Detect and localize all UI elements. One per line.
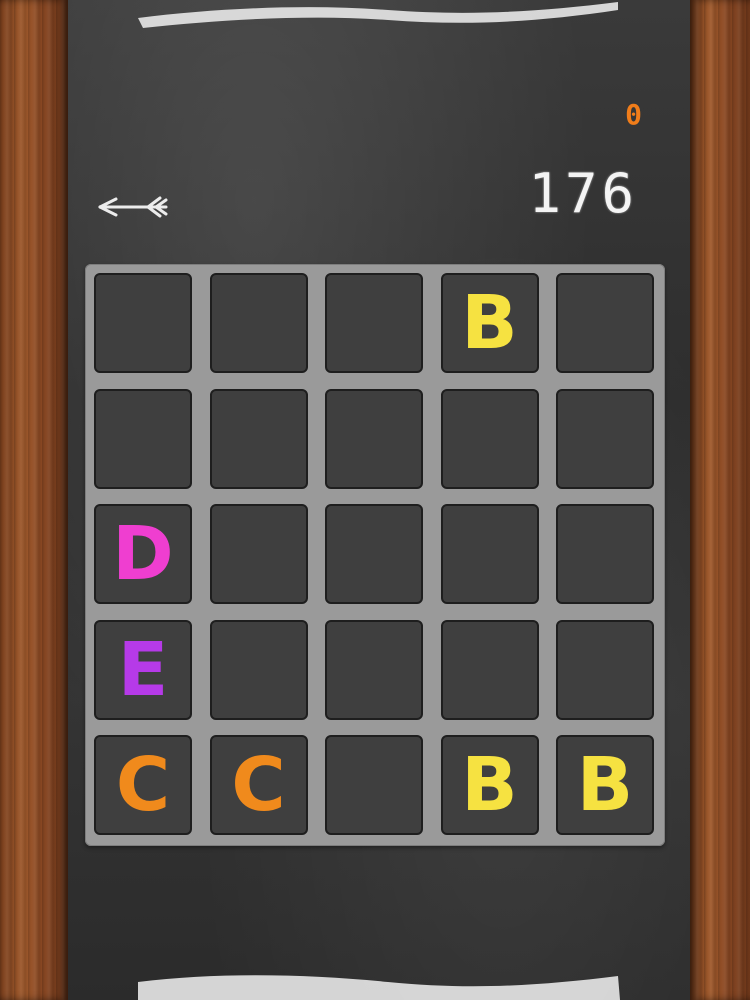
board-cell-r4-c2[interactable] [209,619,308,720]
primary-score: 176 [528,162,638,225]
wood-frame-left [0,0,68,1000]
back-arrow-icon[interactable] [96,194,170,220]
board-cell-r2-c5[interactable] [556,388,654,489]
board-cell-r5-c2[interactable]: C [209,735,308,835]
board-cell-r1-c4[interactable]: B [440,273,539,373]
board-cell-r4-c5[interactable] [556,619,654,720]
board-cell-r2-c4[interactable] [440,388,539,489]
chalk-swoosh-bottom [138,975,620,1000]
board-cell-r5-c4[interactable]: B [440,735,539,835]
tile-letter: B [576,742,634,828]
board-cell-r3-c1[interactable]: D [94,504,192,604]
chalk-swoosh-top [138,2,618,28]
board-cell-r1-c3[interactable] [325,273,423,373]
wood-frame-right [690,0,750,1000]
board-cell-r2-c3[interactable] [325,388,423,489]
board-cell-r5-c5[interactable]: B [556,735,654,835]
board-cell-r5-c3[interactable] [325,735,423,835]
board-cell-r4-c4[interactable] [440,619,539,720]
board-cell-r1-c5[interactable] [556,273,654,373]
board-cell-r2-c1[interactable] [94,388,192,489]
tile-letter: B [461,280,518,366]
board-cell-r4-c1[interactable]: E [94,619,192,720]
tile-letter: D [112,511,174,597]
game-board-grid: BDECCBB [85,264,665,846]
board-cell-r1-c1[interactable] [94,273,192,373]
board-cell-r3-c3[interactable] [325,504,423,604]
board-cell-r4-c3[interactable] [325,619,423,720]
board-cell-r2-c2[interactable] [209,388,308,489]
board-cell-r3-c5[interactable] [556,504,654,604]
board-cell-r3-c2[interactable] [209,504,308,604]
secondary-score: 0 [625,98,642,131]
tile-letter: B [461,742,518,828]
tile-letter: E [117,626,169,713]
tile-letter: C [115,742,171,828]
board-cell-r5-c1[interactable]: C [94,735,192,835]
tile-letter: C [231,742,286,828]
board-cell-r3-c4[interactable] [440,504,539,604]
board-cell-r1-c2[interactable] [209,273,308,373]
